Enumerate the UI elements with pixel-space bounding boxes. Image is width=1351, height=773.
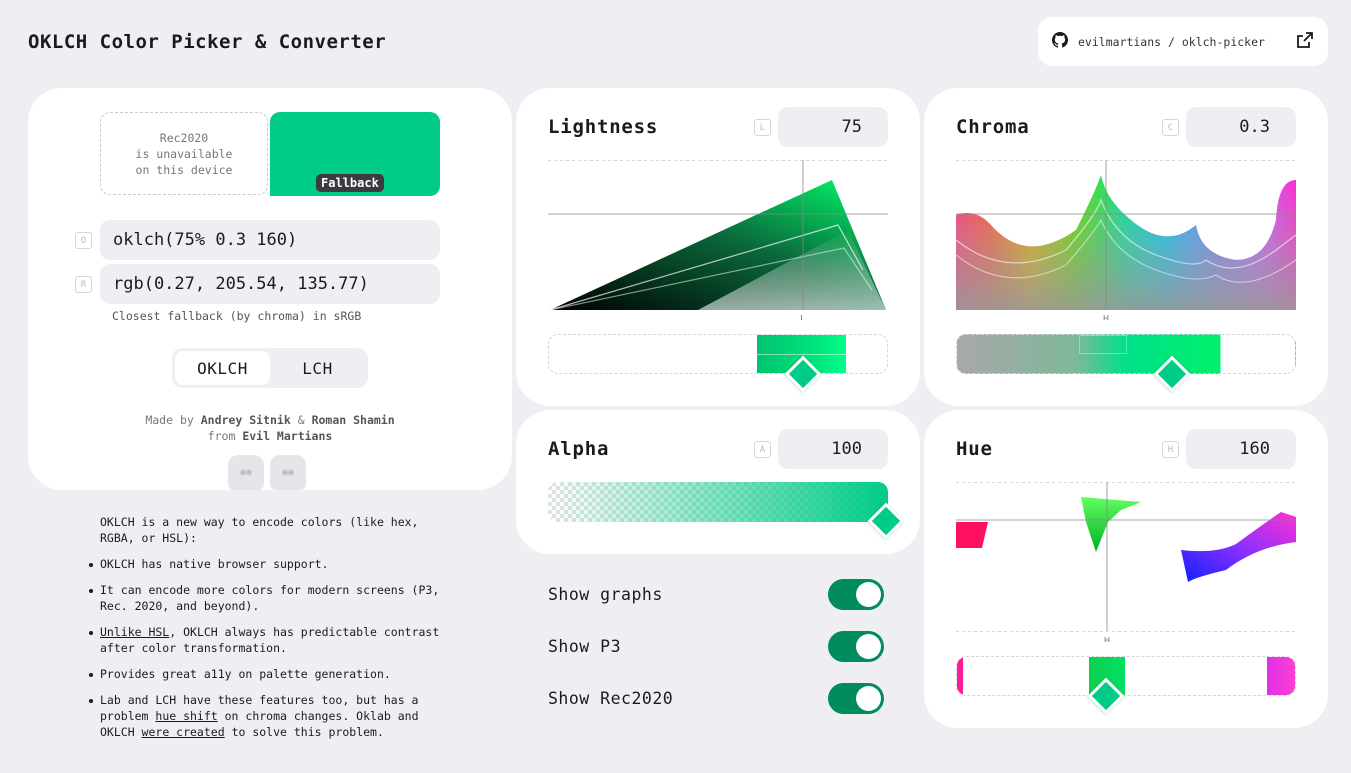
external-link-icon: [1296, 31, 1314, 52]
github-link[interactable]: evilmartians / oklch-picker: [1038, 17, 1328, 66]
rgb-hotkey: R: [75, 276, 92, 293]
oklch-hotkey: O: [75, 232, 92, 249]
list-item: Unlike HSL, OKLCH always has predictable…: [89, 624, 460, 656]
hue-hotkey: H: [1162, 441, 1179, 458]
show-graphs-switch[interactable]: [828, 578, 884, 610]
lightness-slider[interactable]: [548, 334, 888, 374]
show-p3-label: Show P3: [548, 636, 622, 656]
alpha-slider[interactable]: [548, 482, 888, 522]
author-link-1[interactable]: Andrey Sitnik: [201, 413, 291, 427]
lightness-hotkey: L: [754, 119, 771, 136]
hue-card: Hue H 160 L H: [924, 410, 1328, 728]
lightness-card: Lightness L 75 C L: [516, 88, 920, 406]
color-preview-card: Rec2020 is unavailable on this device Fa…: [28, 88, 512, 490]
author-link-2[interactable]: Roman Shamin: [312, 413, 395, 427]
credits-made-by: Made by: [145, 413, 194, 427]
lightness-axis-l: L: [800, 314, 806, 320]
rec2020-unavailable-preview: Rec2020 is unavailable on this device: [100, 112, 268, 195]
hue-shift-link[interactable]: hue shift: [155, 709, 217, 723]
show-p3-setting: Show P3: [548, 630, 884, 662]
rgb-format-row: R rgb(0.27, 205.54, 135.77): [75, 264, 441, 304]
list-item: OKLCH has native browser support.: [89, 556, 460, 572]
oklch-format-row: O oklch(75% 0.3 160): [75, 220, 441, 260]
rgb-input[interactable]: rgb(0.27, 205.54, 135.77): [100, 264, 440, 304]
lightness-title: Lightness: [548, 116, 659, 138]
fallback-badge: Fallback: [316, 174, 384, 192]
alpha-title: Alpha: [548, 438, 610, 460]
mode-oklch-option[interactable]: OKLCH: [175, 351, 270, 385]
credits-and: &: [297, 413, 305, 427]
list-item: Provides great a11y on palette generatio…: [89, 666, 460, 682]
github-label: evilmartians / oklch-picker: [1078, 34, 1265, 49]
credits: Made by Andrey Sitnik & Roman Shamin fro…: [28, 412, 512, 444]
info-intro: OKLCH is a new way to encode colors (lik…: [100, 515, 419, 545]
unlike-hsl-link[interactable]: Unlike HSL: [100, 625, 169, 639]
show-graphs-label: Show graphs: [548, 584, 663, 604]
alpha-card: Alpha A 100: [516, 410, 920, 554]
martian-mascot-icon: ◉◉: [270, 455, 306, 490]
list-item: Lab and LCH have these features too, but…: [89, 692, 460, 740]
lightness-input[interactable]: 75: [778, 107, 888, 147]
hue-title: Hue: [956, 438, 993, 460]
show-graphs-setting: Show graphs: [548, 578, 884, 610]
company-link[interactable]: Evil Martians: [242, 429, 332, 443]
chroma-title: Chroma: [956, 116, 1030, 138]
show-p3-switch[interactable]: [828, 630, 884, 662]
mode-toggle: OKLCH LCH: [172, 348, 368, 388]
show-rec2020-label: Show Rec2020: [548, 688, 674, 708]
credits-from: from: [207, 429, 236, 443]
info-list: OKLCH has native browser support. It can…: [89, 556, 460, 740]
list-item: It can encode more colors for modern scr…: [89, 582, 460, 614]
page-title: OKLCH Color Picker & Converter: [28, 31, 387, 53]
show-rec2020-setting: Show Rec2020: [548, 682, 884, 714]
show-rec2020-switch[interactable]: [828, 682, 884, 714]
chroma-slider[interactable]: [956, 334, 1296, 374]
mascots: ◉◉ ◉◉: [228, 455, 306, 490]
chroma-card: Chroma C 0.3 C: [924, 88, 1328, 406]
alpha-hotkey: A: [754, 441, 771, 458]
hue-lightness-graph[interactable]: L H: [956, 482, 1296, 642]
hue-axis-h: H: [1104, 636, 1110, 642]
hue-input[interactable]: 160: [1186, 429, 1296, 469]
hue-slider[interactable]: [956, 656, 1296, 696]
alpha-input[interactable]: 100: [778, 429, 888, 469]
were-created-link[interactable]: were created: [142, 725, 225, 739]
lightness-chroma-graph[interactable]: C L: [548, 160, 888, 320]
chroma-axis-h: H: [1103, 314, 1109, 320]
fallback-note: Closest fallback (by chroma) in sRGB: [112, 309, 362, 323]
github-icon: [1052, 32, 1068, 51]
oklch-input[interactable]: oklch(75% 0.3 160): [100, 220, 440, 260]
chroma-hue-graph[interactable]: C H: [956, 160, 1296, 320]
chroma-input[interactable]: 0.3: [1186, 107, 1296, 147]
mode-lch-option[interactable]: LCH: [270, 351, 365, 385]
info-text: OKLCH is a new way to encode colors (lik…: [89, 514, 460, 750]
martian-mascot-icon: ◉◉: [228, 455, 264, 490]
chroma-hotkey: C: [1162, 119, 1179, 136]
fallback-color-preview: Fallback: [270, 112, 440, 196]
